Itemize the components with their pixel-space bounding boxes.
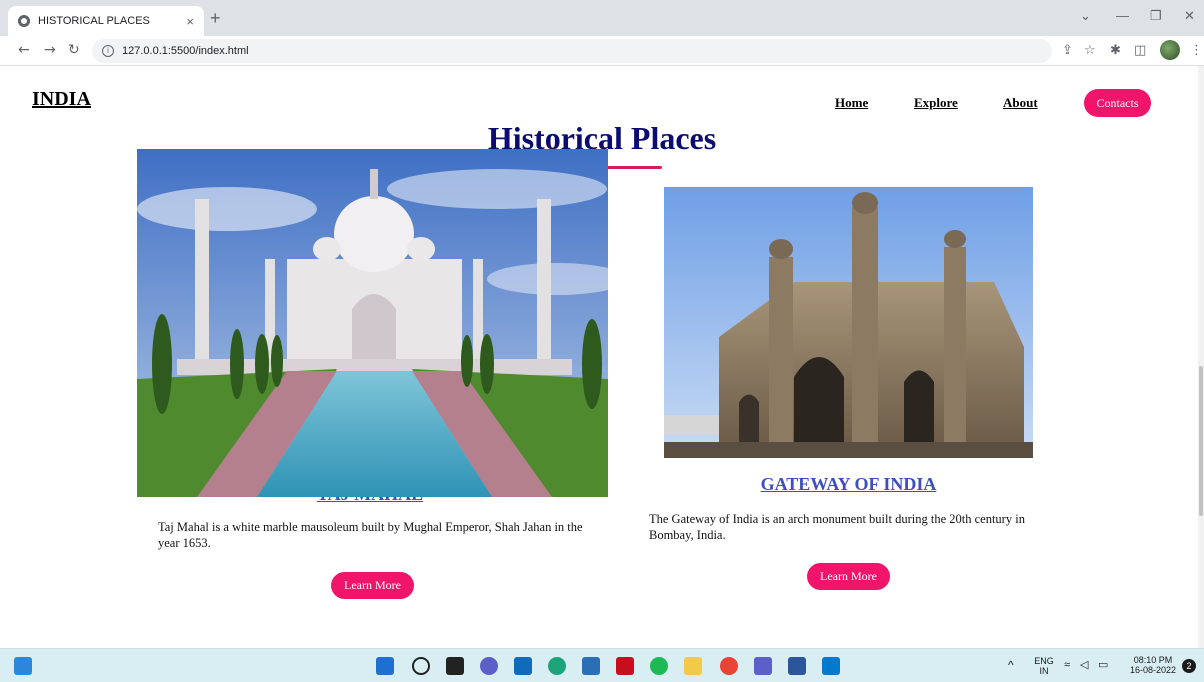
spotify-icon[interactable] bbox=[650, 657, 668, 675]
extensions-icon[interactable]: ✱ bbox=[1110, 43, 1121, 58]
task-view-icon[interactable] bbox=[446, 657, 464, 675]
bookmark-star-icon[interactable]: ☆ bbox=[1084, 43, 1096, 58]
card-description-gateway-of-india: The Gateway of India is an arch monument… bbox=[649, 512, 1025, 542]
tab-close-icon[interactable]: × bbox=[186, 14, 194, 29]
browser-tab-bar: HISTORICAL PLACES × + ⌄ — ❐ ✕ bbox=[0, 0, 1204, 36]
profile-avatar[interactable] bbox=[1160, 40, 1180, 60]
info-icon[interactable]: i bbox=[102, 45, 114, 57]
taj-mahal-image bbox=[137, 149, 608, 497]
address-url: 127.0.0.1:5500/index.html bbox=[122, 45, 249, 57]
learn-more-button-gateway-of-india[interactable]: Learn More bbox=[807, 563, 890, 590]
vscode-icon[interactable] bbox=[822, 657, 840, 675]
new-tab-button[interactable]: + bbox=[210, 8, 221, 29]
site-logo[interactable]: INDIA bbox=[32, 88, 91, 111]
netflix-icon[interactable] bbox=[616, 657, 634, 675]
file-explorer-icon[interactable] bbox=[684, 657, 702, 675]
teams-icon[interactable] bbox=[754, 657, 772, 675]
word-icon[interactable] bbox=[788, 657, 806, 675]
language-indicator[interactable]: ENG IN bbox=[1032, 656, 1056, 676]
minimize-icon[interactable]: — bbox=[1116, 8, 1129, 23]
start-icon[interactable] bbox=[376, 657, 394, 675]
menu-icon[interactable]: ⋮ bbox=[1190, 43, 1203, 58]
address-input[interactable]: i 127.0.0.1:5500/index.html bbox=[92, 39, 1052, 63]
nav-explore[interactable]: Explore bbox=[914, 95, 958, 111]
search-icon[interactable] bbox=[412, 657, 430, 675]
reload-icon[interactable]: ↻ bbox=[68, 42, 80, 58]
language-code: ENG bbox=[1034, 656, 1054, 666]
chat-icon[interactable] bbox=[480, 657, 498, 675]
notification-badge[interactable]: 2 bbox=[1182, 659, 1196, 673]
card-title-gateway-of-india[interactable]: GATEWAY OF INDIA bbox=[664, 474, 1033, 495]
side-panel-icon[interactable]: ◫ bbox=[1134, 43, 1146, 58]
clock-time: 08:10 PM bbox=[1133, 655, 1173, 665]
card-description-taj-mahal: Taj Mahal is a white marble mausoleum bu… bbox=[158, 520, 583, 550]
calculator-icon[interactable] bbox=[582, 657, 600, 675]
browser-toolbar: ← → ↻ i 127.0.0.1:5500/index.html ⇪ ☆ ✱ … bbox=[0, 36, 1204, 66]
share-icon[interactable]: ⇪ bbox=[1062, 43, 1073, 58]
scrollbar-thumb[interactable] bbox=[1199, 366, 1203, 516]
browser-tab[interactable]: HISTORICAL PLACES × bbox=[8, 6, 204, 36]
nav-about[interactable]: About bbox=[1003, 95, 1038, 111]
battery-icon[interactable]: ▭ bbox=[1098, 660, 1108, 671]
volume-icon[interactable]: ◁ bbox=[1080, 660, 1088, 671]
page-viewport: INDIA Home Explore About Contacts Histor… bbox=[0, 66, 1204, 648]
tab-title: HISTORICAL PLACES bbox=[38, 15, 150, 27]
window-close-icon[interactable]: ✕ bbox=[1184, 8, 1195, 24]
mail-icon[interactable] bbox=[514, 657, 532, 675]
forward-icon[interactable]: → bbox=[44, 42, 56, 58]
learn-more-button-taj-mahal[interactable]: Learn More bbox=[331, 572, 414, 599]
edge-icon[interactable] bbox=[548, 657, 566, 675]
clock-date: 16-08-2022 bbox=[1129, 665, 1177, 675]
clock[interactable]: 08:10 PM 16-08-2022 bbox=[1126, 655, 1180, 675]
language-region: IN bbox=[1039, 666, 1049, 676]
taskbar: ^ ENG IN ≈ ◁ ▭ 08:10 PM 16-08-2022 2 bbox=[0, 648, 1204, 682]
tray-overflow-icon[interactable]: ^ bbox=[1008, 659, 1014, 671]
tab-search-icon[interactable]: ⌄ bbox=[1080, 8, 1091, 24]
widgets-icon[interactable] bbox=[14, 657, 32, 675]
globe-icon bbox=[18, 15, 30, 27]
gateway-of-india-image bbox=[664, 187, 1033, 458]
chrome-icon[interactable] bbox=[720, 657, 738, 675]
nav-home[interactable]: Home bbox=[835, 95, 868, 111]
contacts-button[interactable]: Contacts bbox=[1084, 89, 1151, 117]
wifi-icon[interactable]: ≈ bbox=[1064, 660, 1070, 671]
back-icon[interactable]: ← bbox=[18, 42, 30, 58]
page-scrollbar[interactable] bbox=[1198, 66, 1204, 648]
restore-icon[interactable]: ❐ bbox=[1150, 8, 1162, 24]
